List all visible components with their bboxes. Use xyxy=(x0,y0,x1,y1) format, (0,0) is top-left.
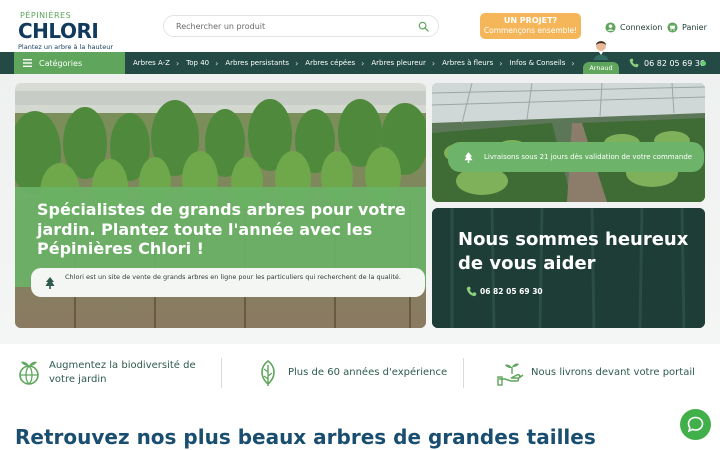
user-icon xyxy=(605,21,616,33)
cart-label: Panier xyxy=(682,22,707,32)
nav-item-cepees[interactable]: Arbres cépées › xyxy=(305,59,364,68)
feature-text: Augmentez la biodiversité de votre jardi… xyxy=(49,360,196,385)
feature-divider xyxy=(463,358,464,388)
globe-leaf-icon xyxy=(19,361,39,385)
nav-item-label: Infos & Conseils xyxy=(509,59,566,67)
section-title: Retrouvez nos plus beaux arbres de grand… xyxy=(15,425,596,449)
nav-item-persistants[interactable]: Arbres persistants › xyxy=(225,59,298,68)
online-status-dot xyxy=(701,61,706,66)
chevron-right-icon: › xyxy=(215,58,219,68)
tree-icon xyxy=(45,277,55,289)
cart-link[interactable]: Panier xyxy=(667,20,707,34)
login-label: Connexion xyxy=(620,22,663,32)
nav-item-label: Arbres A-Z xyxy=(133,59,170,67)
logo-tagline: Plantez un arbre à la hauteur xyxy=(18,43,114,51)
project-button-subtitle: Commençons ensemble! xyxy=(483,26,578,35)
help-phone-link[interactable]: 06 82 05 69 30 xyxy=(466,286,543,297)
search-input[interactable] xyxy=(176,19,406,34)
features-row: Augmentez la biodiversité de votre jardi… xyxy=(0,350,720,396)
categories-label: Catégories xyxy=(39,58,83,68)
chevron-right-icon: › xyxy=(175,58,180,68)
nav-item-fleurs[interactable]: Arbres à fleurs › xyxy=(442,59,502,68)
tree-icon xyxy=(464,151,473,163)
hero-title: Spécialistes de grands arbres pour votre… xyxy=(37,200,406,258)
chevron-right-icon: › xyxy=(571,58,575,68)
phone-icon xyxy=(466,286,477,297)
nav-item-pleureur[interactable]: Arbres pleureur › xyxy=(371,59,435,68)
nav-item-top-40[interactable]: Top 40 › xyxy=(186,59,218,68)
nav-item-label: Arbres pleureur xyxy=(371,59,426,67)
hand-plant-icon xyxy=(497,363,524,386)
delivery-text: Livraisons sous 21 jours dès validation … xyxy=(484,153,693,161)
avatar xyxy=(594,41,608,60)
feature-text: Nous livrons devant votre portail xyxy=(531,367,695,378)
advisor-name: Arnaud xyxy=(583,62,619,74)
leaf-icon xyxy=(261,359,275,386)
login-link[interactable]: Connexion xyxy=(605,20,662,34)
advisor-badge[interactable]: Arnaud xyxy=(583,38,619,74)
project-button[interactable]: UN PROJET? Commençons ensemble! xyxy=(480,13,581,39)
feature-biodiversity: Augmentez la biodiversité de votre jardi… xyxy=(15,350,220,396)
nav-item-label: Arbres persistants xyxy=(225,59,290,67)
logo[interactable]: PÉPINIÈRES CHLORI Plantez un arbre à la … xyxy=(18,11,113,51)
delivery-info-pill: Livraisons sous 21 jours dès validation … xyxy=(448,142,704,172)
chevron-right-icon: › xyxy=(499,58,503,68)
hero-description-box: Chlori est un site de vente de grands ar… xyxy=(31,268,425,297)
nav-item-label: Top 40 xyxy=(186,59,210,67)
logo-main-text: CHLORI xyxy=(18,19,99,43)
nav-item-label: Arbres à fleurs xyxy=(442,59,494,67)
search-icon[interactable] xyxy=(418,21,429,32)
nav-item-infos-conseils[interactable]: Infos & Conseils › xyxy=(509,59,574,68)
feature-delivery: Nous livrons devant votre portail xyxy=(497,350,702,396)
feature-experience: Plus de 60 années d'expérience xyxy=(254,350,464,396)
cart-icon xyxy=(667,21,678,33)
chat-button[interactable] xyxy=(680,409,711,440)
chevron-right-icon: › xyxy=(361,58,365,68)
help-title: Nous sommes heureux de vous aider xyxy=(458,229,689,274)
menu-icon xyxy=(23,59,32,67)
nav-item-arbres-a-z[interactable]: Arbres A-Z › xyxy=(133,59,179,68)
categories-button[interactable]: Catégories xyxy=(14,52,125,74)
nav-phone-number: 06 82 05 69 30 xyxy=(644,58,706,68)
nav-phone-link[interactable]: 06 82 05 69 30 xyxy=(629,56,705,70)
nav-items: Arbres A-Z › Top 40 › Arbres persistants › … xyxy=(133,52,582,74)
hero-description: Chlori est un site de vente de grands ar… xyxy=(65,273,401,281)
help-phone-number: 06 82 05 69 30 xyxy=(480,287,543,296)
nav-item-label: Arbres cépées xyxy=(305,59,356,67)
search-bar xyxy=(163,15,439,37)
chevron-right-icon: › xyxy=(431,58,436,68)
phone-icon xyxy=(629,58,639,68)
feature-text: Plus de 60 années d'expérience xyxy=(288,367,448,378)
project-button-title: UN PROJET? xyxy=(503,16,558,25)
chevron-right-icon: › xyxy=(295,58,299,68)
chat-icon xyxy=(687,416,704,433)
feature-divider xyxy=(221,358,222,388)
